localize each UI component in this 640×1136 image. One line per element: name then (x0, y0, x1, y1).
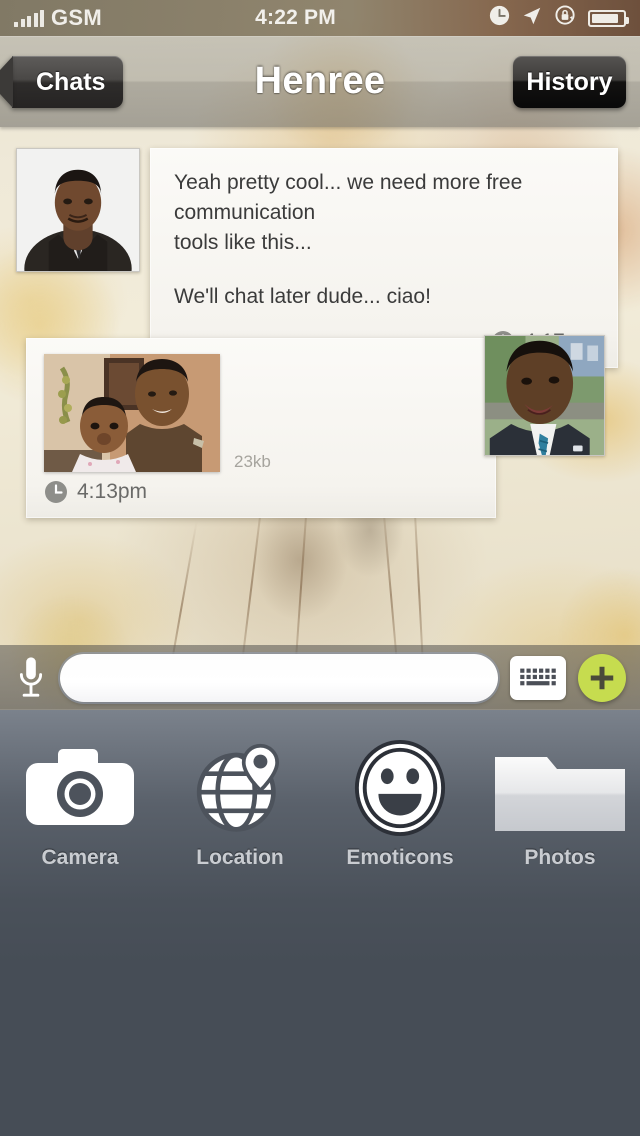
chat-screen: GSM 4:22 PM Chats Henree History Yeah pr… (0, 0, 640, 1136)
add-attachment-button[interactable] (578, 653, 626, 702)
attachment-label: Location (196, 846, 284, 869)
attachment-size: 23kb (234, 452, 271, 471)
message-timestamp: 4:13pm (77, 480, 148, 503)
keyboard-icon[interactable] (510, 655, 566, 700)
attachment-panel: Camera Location Emoticons Photos (0, 710, 640, 1136)
smiley-icon (351, 739, 449, 837)
plus-icon (590, 666, 614, 689)
carrier-label: GSM (51, 5, 103, 30)
attachment-option-camera[interactable]: Camera (0, 744, 160, 890)
message-row-outgoing: 23kb 4:13pm (26, 335, 605, 518)
message-bubble-photo[interactable]: 23kb 4:13pm (26, 338, 496, 518)
message-input-bar (0, 645, 640, 710)
status-bar: GSM 4:22 PM (0, 0, 640, 36)
globe-pin-icon (188, 743, 292, 832)
photo-man-with-baby-image (44, 354, 220, 472)
page-title: Henree (254, 60, 386, 102)
microphone-icon[interactable] (14, 656, 48, 700)
photo-attachment-thumbnail[interactable] (44, 354, 220, 472)
message-text-line3: We'll chat later dude... ciao! (174, 285, 431, 308)
battery-icon (588, 9, 629, 27)
attachment-label: Emoticons (346, 846, 454, 869)
message-meta: 4:13pm (44, 480, 147, 504)
message-list[interactable]: Yeah pretty cool... we need more free co… (0, 127, 640, 645)
avatar (16, 148, 140, 272)
attachment-option-photos[interactable]: Photos (480, 744, 640, 890)
attachment-option-location[interactable]: Location (160, 743, 320, 890)
message-input[interactable] (60, 653, 498, 702)
attachment-option-emoticons[interactable]: Emoticons (320, 739, 480, 890)
status-time: 4:22 PM (255, 6, 336, 29)
history-button-label: History (526, 67, 613, 96)
message-text-line1: Yeah pretty cool... we need more free co… (174, 171, 523, 224)
nav-bar: Chats Henree History (0, 36, 640, 127)
history-button[interactable]: History (513, 56, 626, 108)
clock-icon (489, 5, 510, 31)
location-arrow-icon (521, 5, 543, 32)
contact-portrait-outdoor-image (485, 336, 604, 455)
attachment-label: Camera (41, 846, 119, 869)
message-text: Yeah pretty cool... we need more free co… (174, 168, 594, 312)
signal-bars-icon (14, 9, 44, 27)
contact-portrait-suit-image (17, 149, 139, 271)
back-button-chats[interactable]: Chats (12, 56, 124, 108)
rotation-lock-icon (554, 4, 577, 32)
folder-icon (493, 744, 627, 832)
attachment-label: Photos (524, 846, 596, 869)
message-text-line2: tools like this... (174, 231, 312, 254)
camera-icon (24, 744, 136, 832)
avatar (484, 335, 605, 456)
back-button-label: Chats (36, 67, 106, 96)
clock-icon (44, 480, 68, 504)
